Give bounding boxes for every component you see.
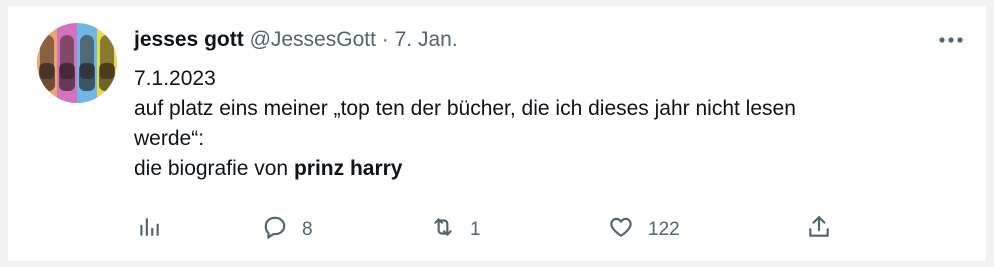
tweet-text-prefix: die biografie von bbox=[134, 157, 294, 180]
tweet-text-line: auf platz eins meiner „top ten der büche… bbox=[134, 97, 796, 120]
tweet-text-bold: prinz harry bbox=[293, 157, 403, 180]
tweet-text: 7.1.2023 auf platz eins meiner „top ten … bbox=[134, 64, 954, 184]
share-icon bbox=[806, 214, 832, 246]
views-button[interactable] bbox=[136, 214, 162, 246]
avatar[interactable] bbox=[37, 23, 117, 103]
tweet-card[interactable]: jesses gott @JessesGott · 7. Jan. 7.1.20… bbox=[8, 6, 986, 261]
tweet-date[interactable]: 7. Jan. bbox=[395, 28, 458, 51]
share-button[interactable] bbox=[806, 214, 832, 246]
tweet-header: jesses gott @JessesGott · 7. Jan. bbox=[134, 28, 458, 52]
tweet-actions: 8 1 122 bbox=[134, 214, 854, 246]
like-button[interactable]: 122 bbox=[608, 214, 680, 246]
header-separator: · bbox=[381, 28, 389, 51]
author-display-name[interactable]: jesses gott bbox=[134, 28, 244, 51]
reply-button[interactable]: 8 bbox=[262, 214, 313, 246]
retweet-button[interactable]: 1 bbox=[430, 214, 481, 246]
reply-icon bbox=[262, 214, 288, 246]
like-count: 122 bbox=[648, 219, 680, 240]
tweet-text-line: 7.1.2023 bbox=[134, 67, 216, 90]
tweet-text-line: werde“: bbox=[134, 127, 205, 150]
analytics-icon bbox=[136, 214, 162, 246]
heart-icon bbox=[608, 214, 634, 246]
author-handle[interactable]: @JessesGott bbox=[250, 28, 376, 51]
retweet-icon bbox=[430, 214, 456, 246]
tweet-text-line: die biografie von prinz harry bbox=[134, 154, 954, 184]
retweet-count: 1 bbox=[470, 219, 481, 240]
more-dots-icon[interactable] bbox=[938, 24, 964, 50]
reply-count: 8 bbox=[302, 219, 313, 240]
